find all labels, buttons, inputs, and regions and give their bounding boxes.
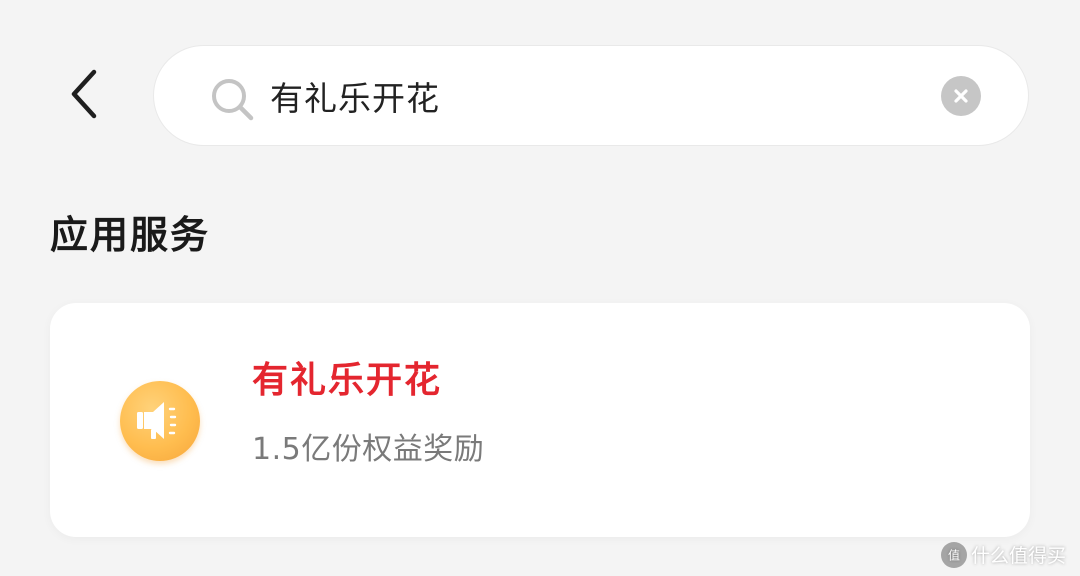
app-icon bbox=[120, 381, 200, 461]
search-bar[interactable] bbox=[153, 45, 1029, 146]
svg-text:值: 值 bbox=[948, 547, 960, 562]
watermark-text: 什么值得买 bbox=[970, 545, 1066, 567]
result-card[interactable]: 有礼乐开花 1.5亿份权益奖励 bbox=[50, 303, 1030, 537]
watermark-logo-icon: 值 bbox=[940, 541, 967, 568]
clear-icon bbox=[954, 89, 968, 103]
chevron-left-icon bbox=[71, 69, 97, 119]
search-input[interactable] bbox=[270, 66, 910, 126]
clear-search-button[interactable] bbox=[941, 76, 981, 116]
megaphone-icon bbox=[137, 402, 177, 439]
back-button[interactable] bbox=[52, 62, 116, 126]
search-icon bbox=[212, 79, 254, 121]
app-description: 1.5亿份权益奖励 bbox=[252, 432, 485, 467]
section-title: 应用服务 bbox=[50, 213, 211, 257]
app-name: 有礼乐开花 bbox=[252, 360, 443, 401]
watermark: 值 什么值得买 bbox=[940, 541, 1066, 568]
